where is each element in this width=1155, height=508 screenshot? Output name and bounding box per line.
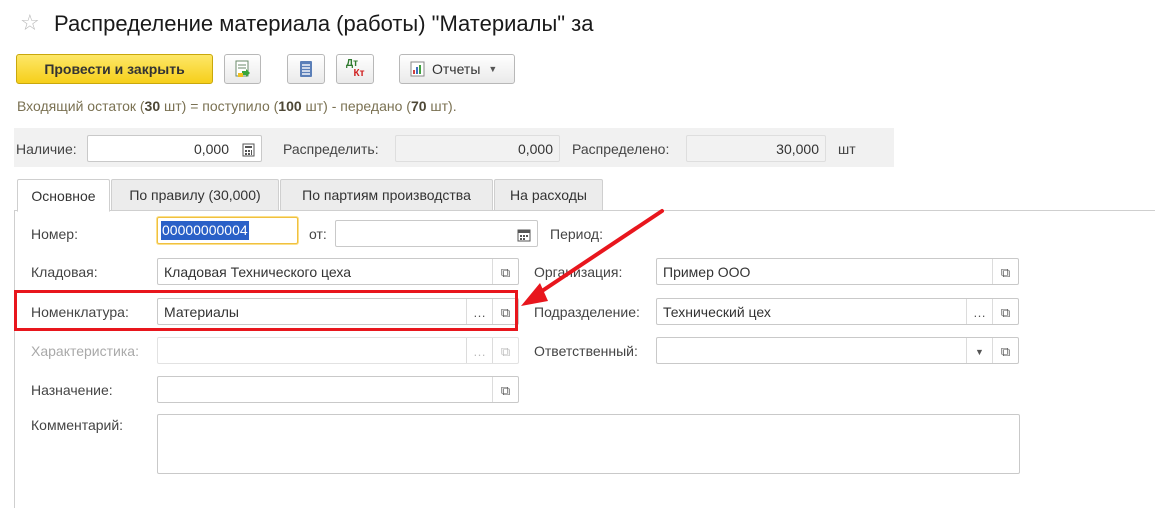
tab-by-batches[interactable]: По партиям производства — [280, 179, 493, 211]
number-field[interactable]: 00000000004 — [157, 217, 298, 244]
post-document-button[interactable] — [224, 54, 261, 84]
list-icon — [300, 61, 312, 77]
purpose-label: Назначение: — [31, 382, 113, 398]
dt-kt-button[interactable]: Дт Кт — [336, 54, 374, 84]
chevron-down-icon[interactable]: ▼ — [966, 338, 992, 363]
period-label: Период: — [550, 226, 603, 242]
characteristic-field: … ⧉ — [157, 337, 519, 364]
tab-expenses[interactable]: На расходы — [494, 179, 603, 211]
open-icon[interactable]: ⧉ — [992, 338, 1018, 363]
distribute-value: 0,000 — [517, 140, 553, 157]
distributed-label: Распределено: — [572, 141, 670, 157]
info-transferred: 70 — [410, 98, 427, 114]
tab-by-rule[interactable]: По правилу (30,000) — [111, 179, 279, 211]
availability-value: 0,000 — [193, 140, 229, 157]
balance-info: Входящий остаток (30 шт) = поступило (10… — [17, 98, 457, 114]
distribute-field: 0,000 — [395, 135, 560, 162]
department-label: Подразделение: — [534, 304, 640, 320]
post-and-close-button[interactable]: Провести и закрыть — [16, 54, 213, 84]
post-and-close-label: Провести и закрыть — [44, 61, 185, 77]
post-document-icon — [235, 60, 250, 77]
star-icon[interactable]: ☆ — [20, 10, 40, 36]
organization-field[interactable]: Пример ООО ⧉ — [656, 258, 1019, 285]
info-unit1: шт) = поступило ( — [160, 98, 279, 114]
document-list-button[interactable] — [287, 54, 325, 84]
open-icon: ⧉ — [492, 338, 518, 363]
reports-label: Отчеты — [432, 61, 481, 77]
info-unit2: шт) - передано ( — [301, 98, 411, 114]
calendar-icon[interactable] — [511, 221, 537, 246]
tab-expenses-label: На расходы — [510, 187, 587, 203]
chevron-down-icon: ▼ — [488, 64, 498, 74]
warehouse-field[interactable]: Кладовая Технического цеха ⧉ — [157, 258, 519, 285]
open-icon[interactable]: ⧉ — [992, 259, 1018, 284]
warehouse-value: Кладовая Технического цеха — [164, 263, 351, 280]
calculator-icon[interactable] — [235, 136, 261, 161]
distributed-value: 30,000 — [776, 140, 819, 157]
number-value: 00000000004 — [161, 221, 249, 240]
date-field[interactable] — [335, 220, 538, 247]
open-icon[interactable]: ⧉ — [492, 259, 518, 284]
info-prefix: Входящий остаток ( — [17, 98, 145, 114]
purpose-field[interactable]: ⧉ — [157, 376, 519, 403]
info-received: 100 — [278, 98, 302, 114]
distribute-label: Распределить: — [283, 141, 379, 157]
tab-by-batches-label: По партиям производства — [302, 187, 471, 203]
organization-label: Организация: — [534, 264, 623, 280]
reports-button[interactable]: Отчеты ▼ — [399, 54, 515, 84]
info-balance: 30 — [144, 98, 161, 114]
availability-label: Наличие: — [16, 141, 77, 157]
tab-main[interactable]: Основное — [17, 179, 110, 212]
tab-by-rule-label: По правилу (30,000) — [129, 187, 261, 203]
distributed-field: 30,000 — [686, 135, 826, 162]
responsible-field[interactable]: ▼ ⧉ — [656, 337, 1019, 364]
number-label: Номер: — [31, 226, 78, 242]
department-field[interactable]: Технический цех … ⧉ — [656, 298, 1019, 325]
characteristic-label: Характеристика: — [31, 343, 139, 359]
kt-icon-label: Кт — [353, 68, 365, 79]
availability-field[interactable]: 0,000 — [87, 135, 262, 162]
highlight-box — [14, 290, 518, 331]
open-icon[interactable]: ⧉ — [992, 299, 1018, 324]
select-ellipsis-icon: … — [466, 338, 492, 363]
tab-content-border — [14, 211, 15, 508]
warehouse-label: Кладовая: — [31, 264, 98, 280]
select-ellipsis-icon[interactable]: … — [966, 299, 992, 324]
responsible-label: Ответственный: — [534, 343, 638, 359]
open-icon[interactable]: ⧉ — [492, 377, 518, 402]
comment-field[interactable] — [157, 414, 1020, 474]
department-value: Технический цех — [663, 303, 771, 320]
info-unit3: шт). — [426, 98, 457, 114]
organization-value: Пример ООО — [663, 263, 751, 280]
page-title: Распределение материала (работы) "Матери… — [54, 11, 594, 36]
tab-main-label: Основное — [31, 187, 96, 204]
date-label: от: — [309, 226, 327, 242]
report-icon — [410, 61, 425, 77]
unit-label: шт — [838, 141, 856, 157]
comment-label: Комментарий: — [31, 417, 124, 433]
